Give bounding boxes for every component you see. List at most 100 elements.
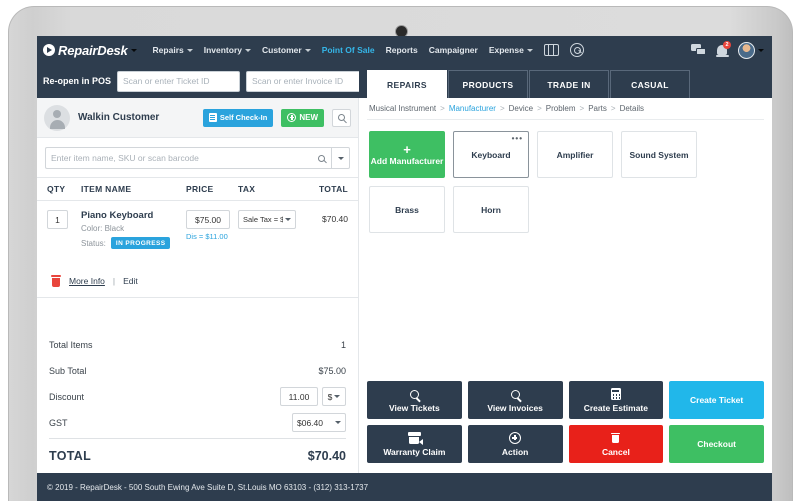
catalog-panel: Musical Instrument > Manufacturer > Devi… xyxy=(359,98,772,473)
manufacturer-tile-sound-system[interactable]: Sound System xyxy=(621,131,697,178)
breadcrumb-separator: > xyxy=(499,104,505,113)
invoice-id-input[interactable] xyxy=(246,70,370,92)
chat-icon[interactable] xyxy=(691,44,706,56)
breadcrumb: Musical Instrument > Manufacturer > Devi… xyxy=(367,98,764,120)
tile-label: Brass xyxy=(395,204,419,215)
tab-products[interactable]: PRODUCTS xyxy=(448,70,528,98)
button-label: Create Estimate xyxy=(583,402,648,413)
new-customer-button[interactable]: NEW xyxy=(281,108,324,127)
chevron-down-icon xyxy=(526,48,533,52)
manufacturer-tile-horn[interactable]: Horn xyxy=(453,186,529,233)
grand-total-row: TOTAL $70.40 xyxy=(49,439,346,473)
grid-icon[interactable] xyxy=(543,44,559,56)
item-search-button[interactable] xyxy=(312,147,332,169)
breadcrumb-item-details[interactable]: Details xyxy=(620,104,644,113)
nav-label: Reports xyxy=(385,45,418,55)
repairdesk-logo-icon xyxy=(43,44,55,56)
self-check-in-label: Self Check-In xyxy=(219,113,268,122)
more-options-icon[interactable]: ••• xyxy=(512,135,523,143)
warranty-claim-button[interactable]: Warranty Claim xyxy=(367,425,462,463)
item-search-dropdown-button[interactable] xyxy=(332,147,350,169)
header-item-name: ITEM NAME xyxy=(81,184,132,194)
action-button[interactable]: Action xyxy=(467,425,563,463)
nav-item-repairs[interactable]: Repairs xyxy=(153,45,193,55)
sub-total-label: Sub Total xyxy=(49,365,87,376)
header-price: PRICE xyxy=(186,184,214,194)
checkout-button[interactable]: Checkout xyxy=(669,425,764,463)
more-info-link[interactable]: More Info xyxy=(69,276,105,286)
create-ticket-button[interactable]: Create Ticket xyxy=(669,381,764,419)
action-separator: | xyxy=(112,276,116,286)
discount-note[interactable]: Dis = $11.00 xyxy=(186,232,238,241)
tab-casual[interactable]: CASUAL xyxy=(610,70,690,98)
manufacturer-tile-amplifier[interactable]: Amplifier xyxy=(537,131,613,178)
manufacturer-tiles: + Add Manufacturer ••• Keyboard Amplifie… xyxy=(367,120,764,233)
gst-value: $06.40 xyxy=(297,417,323,428)
breadcrumb-separator: > xyxy=(610,104,616,113)
edit-link[interactable]: Edit xyxy=(123,276,138,286)
nav-item-campaigner[interactable]: Campaigner xyxy=(429,45,478,55)
price-input[interactable]: $75.00 xyxy=(186,210,230,229)
cancel-button[interactable]: Cancel xyxy=(568,425,664,463)
breadcrumb-item-musical-instrument[interactable]: Musical Instrument xyxy=(369,104,436,113)
chevron-down-icon xyxy=(285,218,291,221)
chevron-down-icon xyxy=(334,395,341,398)
breadcrumb-item-device[interactable]: Device xyxy=(509,104,533,113)
brand-logo[interactable]: RepairDesk xyxy=(43,43,137,58)
item-search-group xyxy=(45,147,350,169)
nav-item-point-of-sale[interactable]: Point Of Sale xyxy=(322,45,375,55)
cart-tax-cell: Sale Tax = $. xyxy=(238,210,300,275)
button-label: Action xyxy=(501,446,529,457)
notifications-bell[interactable]: 2 xyxy=(715,41,731,57)
tab-trade-in[interactable]: TRADE IN xyxy=(529,70,609,98)
tab-repairs[interactable]: REPAIRS xyxy=(367,70,447,98)
add-manufacturer-tile[interactable]: + Add Manufacturer xyxy=(369,131,445,178)
chevron-down-icon xyxy=(337,156,344,160)
breadcrumb-item-parts[interactable]: Parts xyxy=(588,104,607,113)
cart-panel: Walkin Customer Self Check-In NEW Enter … xyxy=(37,98,359,473)
header-tax: TAX xyxy=(238,184,256,194)
calculator-icon xyxy=(610,388,621,401)
view-invoices-button[interactable]: View Invoices xyxy=(467,381,563,419)
delete-item-icon[interactable] xyxy=(51,275,61,287)
discount-input[interactable]: 11.00 xyxy=(280,387,318,406)
nav-item-expense[interactable]: Expense xyxy=(489,45,533,55)
totals-section: Total Items 1 Sub Total $75.00 Discount … xyxy=(37,326,358,473)
nav-item-customer[interactable]: Customer xyxy=(262,45,311,55)
manufacturer-tile-keyboard[interactable]: ••• Keyboard xyxy=(453,131,529,178)
search-icon[interactable] xyxy=(569,43,584,57)
user-menu[interactable] xyxy=(738,41,764,59)
new-label: NEW xyxy=(299,113,318,122)
create-estimate-button[interactable]: Create Estimate xyxy=(568,381,664,419)
cart-price-cell: $75.00 Dis = $11.00 xyxy=(186,210,238,275)
brand-name: RepairDesk xyxy=(58,42,128,58)
manufacturer-tile-brass[interactable]: Brass xyxy=(369,186,445,233)
nav-item-inventory[interactable]: Inventory xyxy=(204,45,251,55)
ticket-id-input[interactable] xyxy=(117,70,241,92)
breadcrumb-separator: > xyxy=(579,104,585,113)
self-check-in-button[interactable]: Self Check-In xyxy=(202,108,274,127)
view-tickets-button[interactable]: View Tickets xyxy=(367,381,462,419)
tax-select[interactable]: Sale Tax = $. xyxy=(238,210,296,229)
chevron-down-icon xyxy=(304,48,311,52)
nav-item-reports[interactable]: Reports xyxy=(386,45,418,55)
reopen-in-pos-label: Re-open in POS xyxy=(43,76,112,86)
button-label: View Tickets xyxy=(389,402,440,413)
sub-total-row: Sub Total $75.00 xyxy=(49,360,346,381)
customer-search-button[interactable] xyxy=(332,108,351,127)
quantity-stepper[interactable]: 1 xyxy=(47,210,68,229)
total-items-row: Total Items 1 xyxy=(49,334,346,355)
breadcrumb-item-manufacturer[interactable]: Manufacturer xyxy=(449,104,496,113)
item-search-input[interactable] xyxy=(45,147,312,169)
button-label: View Invoices xyxy=(487,402,543,413)
gst-select[interactable]: $06.40 xyxy=(292,413,346,432)
action-buttons: View Tickets View Invoices Create Estima… xyxy=(367,381,764,473)
gst-row: GST $06.40 xyxy=(49,412,346,433)
box-return-icon xyxy=(407,432,423,445)
customer-bar: Walkin Customer Self Check-In NEW xyxy=(37,98,358,138)
breadcrumb-item-problem[interactable]: Problem xyxy=(546,104,576,113)
status-label: Status: xyxy=(81,238,106,248)
chevron-down-icon xyxy=(335,421,341,424)
total-items-value: 1 xyxy=(340,339,346,350)
discount-unit-select[interactable]: $ xyxy=(322,387,346,406)
